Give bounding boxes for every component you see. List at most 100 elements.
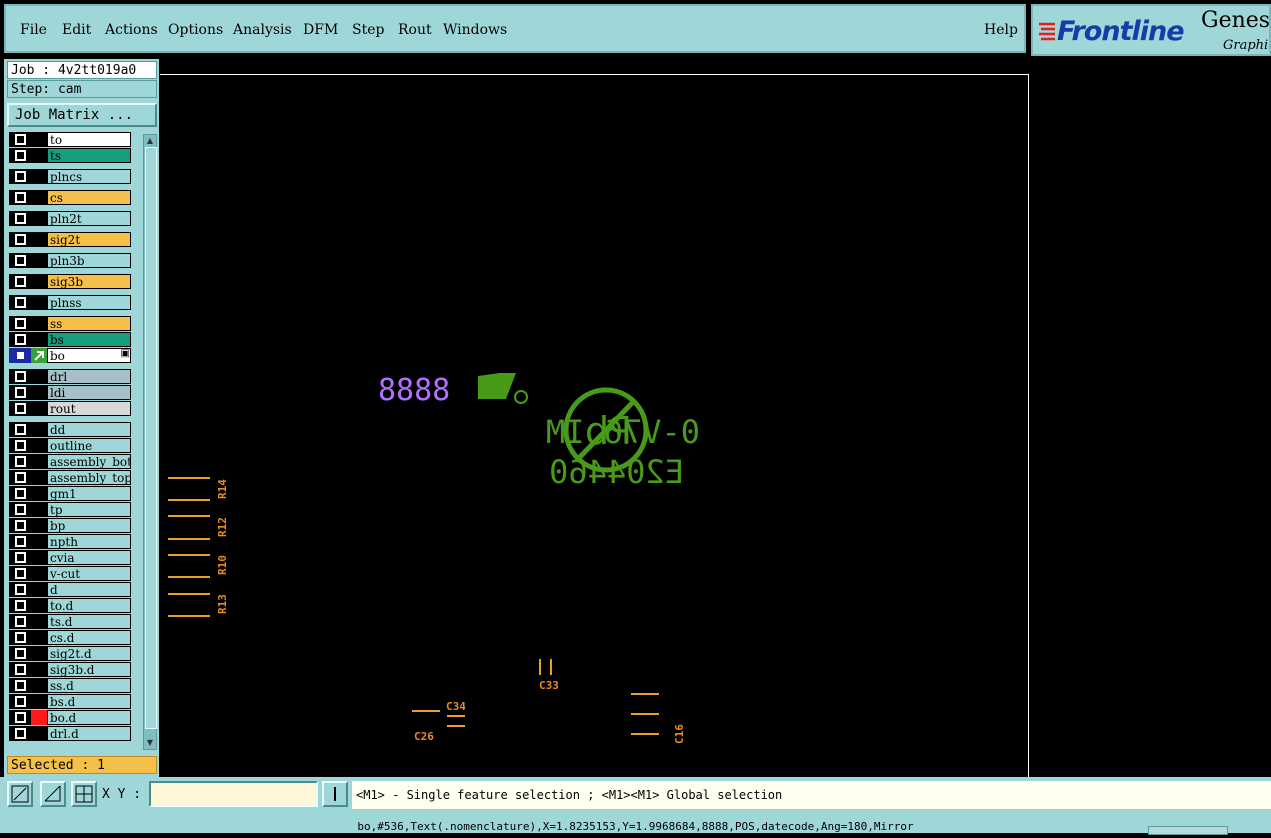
layer-mark[interactable]	[31, 726, 47, 741]
layer-row[interactable]: sig3b.d	[7, 662, 132, 677]
layer-name-rout[interactable]: rout	[47, 401, 131, 416]
layer-checkbox[interactable]	[9, 534, 31, 549]
layer-name-ts[interactable]: ts	[47, 148, 131, 163]
layer-name-ss[interactable]: ss	[47, 316, 131, 331]
layer-name-pln2t[interactable]: pln2t	[47, 211, 131, 226]
layer-row[interactable]: bo ▣	[7, 348, 132, 363]
layer-mark[interactable]	[31, 274, 47, 289]
layer-mark[interactable]	[31, 211, 47, 226]
layer-row[interactable]: plncs	[7, 169, 132, 184]
status-resize-handle[interactable]	[1148, 826, 1228, 835]
layer-name-ts.d[interactable]: ts.d	[47, 614, 131, 629]
layer-checkbox[interactable]	[9, 582, 31, 597]
layer-mark[interactable]	[31, 566, 47, 581]
layer-mark[interactable]	[31, 401, 47, 416]
layer-mark[interactable]	[31, 454, 47, 469]
layer-row[interactable]: assembly_bot	[7, 454, 132, 469]
layer-row[interactable]: cvia	[7, 550, 132, 565]
layer-row[interactable]: drl.d	[7, 726, 132, 741]
layer-checkbox[interactable]	[9, 710, 31, 725]
layer-checkbox[interactable]	[9, 295, 31, 310]
menu-help[interactable]: Help	[984, 22, 1018, 38]
layer-checkbox[interactable]	[9, 598, 31, 613]
layer-checkbox[interactable]	[9, 646, 31, 661]
layer-mark[interactable]	[31, 132, 47, 147]
layer-checkbox[interactable]	[9, 232, 31, 247]
layer-name-npth[interactable]: npth	[47, 534, 131, 549]
layer-mark[interactable]	[31, 316, 47, 331]
layer-mark[interactable]	[31, 422, 47, 437]
layer-checkbox[interactable]	[9, 369, 31, 384]
layer-checkbox[interactable]	[9, 454, 31, 469]
layer-name-ldi[interactable]: ldi	[47, 385, 131, 400]
layer-row[interactable]: gm1	[7, 486, 132, 501]
layer-checkbox[interactable]	[9, 486, 31, 501]
layer-checkbox[interactable]	[9, 211, 31, 226]
layer-name-pln3b[interactable]: pln3b	[47, 253, 131, 268]
menu-edit[interactable]: Edit	[62, 22, 91, 38]
layer-name-to[interactable]: to	[47, 132, 131, 147]
layer-row[interactable]: assembly_top	[7, 470, 132, 485]
layer-checkbox[interactable]	[9, 422, 31, 437]
layer-checkbox[interactable]	[9, 438, 31, 453]
layer-name-plnss[interactable]: plnss	[47, 295, 131, 310]
layer-mark[interactable]	[31, 486, 47, 501]
graphic-canvas[interactable]: 8888 0-V76 IM E204460 Pb R14 R12 R10 R13…	[160, 59, 1271, 777]
layer-row[interactable]: ts	[7, 148, 132, 163]
info-button[interactable]	[322, 781, 348, 807]
layer-name-plncs[interactable]: plncs	[47, 169, 131, 184]
menu-dfm[interactable]: DFM	[303, 22, 338, 38]
layer-checkbox[interactable]	[9, 614, 31, 629]
layer-name-bs[interactable]: bs	[47, 332, 131, 347]
layer-checkbox[interactable]	[9, 316, 31, 331]
layer-name-assembly_bot[interactable]: assembly_bot	[47, 454, 131, 469]
layer-checkbox[interactable]	[9, 502, 31, 517]
layer-row[interactable]: bp	[7, 518, 132, 533]
layer-name-sig3b.d[interactable]: sig3b.d	[47, 662, 131, 677]
layer-mark[interactable]	[31, 190, 47, 205]
layer-row[interactable]: outline	[7, 438, 132, 453]
layer-checkbox[interactable]	[9, 401, 31, 416]
menu-analysis[interactable]: Analysis	[233, 22, 292, 38]
layer-name-ss.d[interactable]: ss.d	[47, 678, 131, 693]
layer-mark[interactable]	[31, 550, 47, 565]
layer-checkbox[interactable]	[9, 190, 31, 205]
layer-name-bs.d[interactable]: bs.d	[47, 694, 131, 709]
layer-mark[interactable]	[31, 385, 47, 400]
layer-checkbox[interactable]	[9, 550, 31, 565]
layer-mark[interactable]	[31, 582, 47, 597]
layer-mark[interactable]	[31, 295, 47, 310]
layer-checkbox[interactable]	[9, 678, 31, 693]
layer-row[interactable]: sig3b	[7, 274, 132, 289]
layer-row[interactable]: ss	[7, 316, 132, 331]
layer-row[interactable]: cs	[7, 190, 132, 205]
menu-actions[interactable]: Actions	[105, 22, 158, 38]
layer-row[interactable]: drl	[7, 369, 132, 384]
layer-row[interactable]: pln3b	[7, 253, 132, 268]
layer-checkbox[interactable]	[9, 694, 31, 709]
layer-name-d[interactable]: d	[47, 582, 131, 597]
layer-checkbox[interactable]	[9, 253, 31, 268]
layer-mark[interactable]	[31, 662, 47, 677]
layer-mark[interactable]	[31, 694, 47, 709]
layer-name-dd[interactable]: dd	[47, 422, 131, 437]
layer-row[interactable]: pln2t	[7, 211, 132, 226]
layer-name-drl[interactable]: drl	[47, 369, 131, 384]
scroll-down-icon[interactable]: ▼	[145, 738, 155, 748]
layer-checkbox[interactable]	[9, 662, 31, 677]
layer-name-assembly_top[interactable]: assembly_top	[47, 470, 131, 485]
layer-mark[interactable]	[31, 232, 47, 247]
layer-row[interactable]: plnss	[7, 295, 132, 310]
layer-row[interactable]: ts.d	[7, 614, 132, 629]
layer-checkbox[interactable]	[9, 148, 31, 163]
job-matrix-button[interactable]: Job Matrix ...	[7, 103, 157, 127]
layer-name-sig2t[interactable]: sig2t	[47, 232, 131, 247]
layer-mark[interactable]	[31, 438, 47, 453]
layer-checkbox[interactable]	[9, 332, 31, 347]
layer-name-drl.d[interactable]: drl.d	[47, 726, 131, 741]
zoom-box-button[interactable]	[7, 781, 33, 807]
layer-row[interactable]: tp	[7, 502, 132, 517]
layer-mark[interactable]	[31, 710, 47, 725]
layer-row[interactable]: ss.d	[7, 678, 132, 693]
layer-row[interactable]: bs	[7, 332, 132, 347]
